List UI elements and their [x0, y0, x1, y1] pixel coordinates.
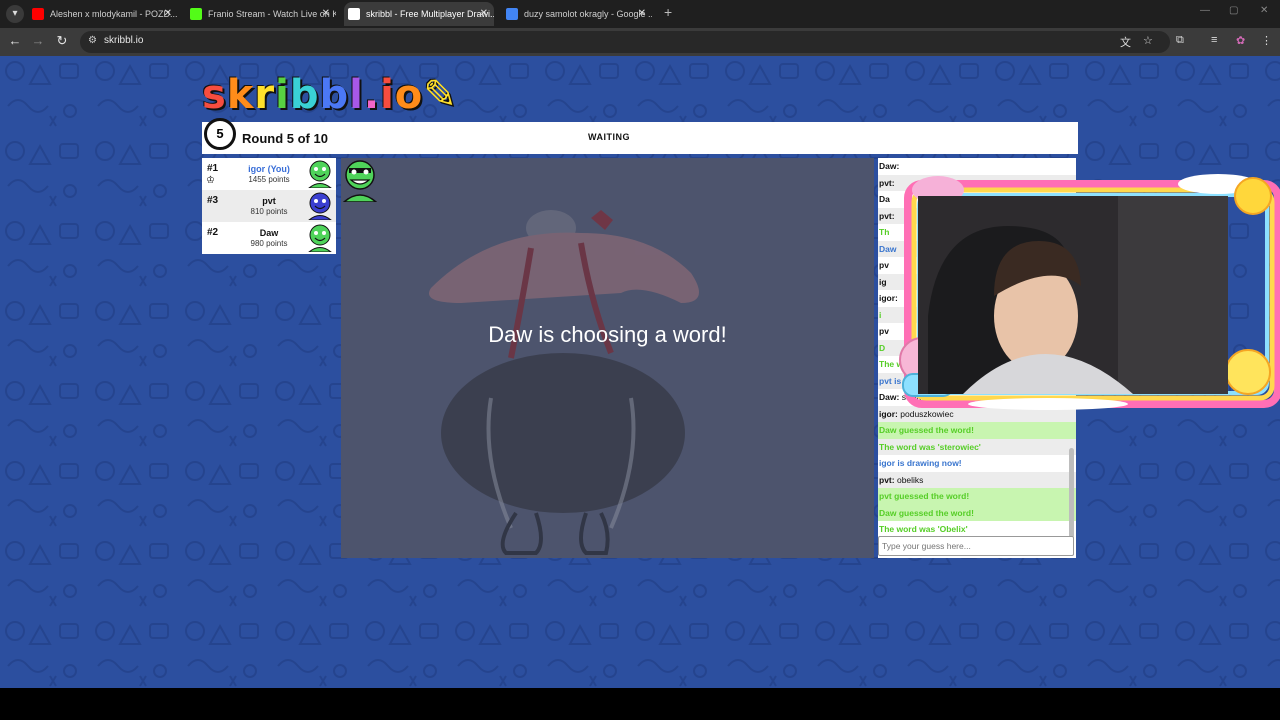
profile-icon[interactable]: ✿ — [1236, 34, 1245, 47]
player-row[interactable]: #2 Daw 980 points — [202, 222, 336, 254]
drawer-avatar-icon — [342, 160, 378, 202]
player-name: Daw — [259, 228, 279, 238]
player-avatar-icon — [308, 160, 332, 188]
player-name: igor (You) — [248, 164, 290, 174]
crown-icon: ♔ — [206, 175, 215, 186]
choosing-word-overlay: Daw is choosing a word! — [488, 322, 727, 347]
tab-search-button[interactable]: ▾ — [6, 5, 24, 23]
browser-toolbar: ← → ↻ ⚙ skribbl.io 文 ☆ ⧉ ≡ ✿ ⋮ — [0, 28, 1280, 56]
bookmark-star-icon[interactable]: ☆ — [1143, 34, 1153, 47]
tab-close-icon[interactable]: ✕ — [638, 2, 646, 26]
player-points: 980 points — [250, 239, 288, 248]
player-rank: #1 — [207, 163, 219, 174]
chat-message: Daw: — [878, 158, 1076, 175]
chat-message: igor is drawing now! — [878, 455, 1076, 472]
player-avatar-icon — [308, 224, 332, 252]
chat-system-text: pvt guessed the word! — [879, 491, 970, 501]
chat-system-text: Daw — [879, 243, 897, 254]
close-window-button[interactable]: ✕ — [1260, 5, 1268, 16]
chat-author: pv — [879, 326, 889, 336]
player-list: #1 ♔ igor (You) 1455 points #3 pvt 810 points #… — [202, 158, 336, 254]
translate-icon[interactable]: 文 — [1120, 34, 1131, 50]
webcam-video — [918, 196, 1228, 394]
player-avatar-icon — [308, 192, 332, 220]
skribbl-logo: skribbl.io✎ — [202, 72, 458, 118]
chat-message: pvt: obeliks — [878, 471, 1076, 488]
round-number: 5 — [216, 126, 224, 141]
tab-close-icon[interactable]: ✕ — [480, 2, 488, 26]
chat-system-text: Daw guessed the word! — [879, 425, 974, 435]
player-row[interactable]: #1 ♔ igor (You) 1455 points — [202, 158, 336, 190]
minimize-button[interactable]: — — [1200, 5, 1210, 16]
back-button[interactable]: ← — [6, 33, 24, 48]
tab-favicon-icon — [32, 8, 44, 20]
tab-close-icon[interactable]: ✕ — [164, 2, 172, 26]
forward-button[interactable]: → — [29, 33, 47, 48]
chat-system-text: The word was 'Obelix' — [879, 524, 968, 534]
player-rank: #2 — [207, 227, 219, 238]
chat-author: pvt: — [879, 474, 895, 485]
chat-author: pvt: — [879, 177, 895, 188]
chat-system-text: D — [879, 342, 886, 353]
chat-text: poduszkowiec — [900, 408, 954, 419]
chat-system-text: The word was 'sterowiec' — [879, 441, 981, 452]
chat-author: Daw: — [879, 392, 900, 402]
tab-favicon-icon — [506, 8, 518, 20]
reload-button[interactable]: ↻ — [53, 33, 71, 49]
browser-tab-strip: ▾ Aleshen x mlodykamil - POZD... ✕ Franio … — [0, 0, 1280, 28]
guess-input[interactable] — [878, 536, 1074, 556]
browser-tab[interactable]: Aleshen x mlodykamil - POZD... ✕ — [28, 2, 178, 26]
player-rank: #3 — [207, 195, 219, 206]
tab-title: duzy samolot okragly - Google ... — [524, 9, 652, 19]
bottom-letterbox — [0, 688, 1280, 720]
tab-favicon-icon — [348, 8, 360, 20]
tab-title: Aleshen x mlodykamil - POZD... — [50, 9, 178, 19]
tab-favicon-icon — [190, 8, 202, 20]
player-row[interactable]: #3 pvt 810 points — [202, 190, 336, 222]
round-clock-icon: 5 — [204, 118, 236, 150]
player-points: 1455 points — [248, 175, 290, 184]
chat-author: pv — [879, 260, 889, 270]
chat-author: igor: — [879, 408, 898, 419]
chat-message: Daw guessed the word! — [878, 422, 1076, 439]
media-controls-icon[interactable]: ≡ — [1211, 34, 1217, 46]
skribbl-page: skribbl.io✎ 5 Round 5 of 10 WAITING #1 ♔ i… — [0, 56, 1280, 688]
maximize-button[interactable]: ▢ — [1229, 5, 1238, 16]
chat-author: pvt: — [879, 210, 895, 221]
site-info-icon[interactable]: ⚙ — [88, 35, 97, 46]
chat-system-text: Daw guessed the word! — [879, 507, 974, 518]
chat-message: The word was 'sterowiec' — [878, 438, 1076, 455]
chat-author: igor: — [879, 293, 898, 303]
chat-message: Daw guessed the word! — [878, 504, 1076, 521]
drawing-canvas[interactable]: Daw is choosing a word! — [341, 158, 874, 558]
chat-author: Da — [879, 194, 890, 204]
streamer-silhouette — [918, 196, 1228, 394]
chat-message: pvt guessed the word! — [878, 488, 1076, 505]
player-points: 810 points — [250, 207, 288, 216]
browser-menu-icon[interactable]: ⋮ — [1261, 34, 1272, 47]
address-bar[interactable]: ⚙ skribbl.io — [80, 31, 1170, 53]
tab-title: skribbl - Free Multiplayer Drawi... — [366, 9, 494, 19]
round-indicator: Round 5 of 10 — [242, 131, 328, 146]
game-top-bar: 5 Round 5 of 10 WAITING — [202, 118, 1078, 154]
game-status: WAITING — [588, 132, 630, 142]
chat-text: obeliks — [896, 474, 924, 485]
browser-tab[interactable]: Franio Stream - Watch Live on K... ✕ — [186, 2, 336, 26]
tab-close-icon[interactable]: ✕ — [322, 2, 330, 26]
chat-author: ig — [879, 276, 887, 287]
chat-system-text: igor is drawing now! — [879, 458, 962, 468]
browser-tab[interactable]: skribbl - Free Multiplayer Drawi... ✕ — [344, 2, 494, 26]
player-name: pvt — [262, 196, 276, 206]
new-tab-button[interactable]: + — [664, 4, 672, 20]
url-text: skribbl.io — [104, 35, 144, 46]
chat-scrollbar[interactable] — [1069, 448, 1074, 538]
chat-system-text: Th — [879, 227, 890, 237]
chat-system-text: i — [879, 309, 882, 320]
browser-tab[interactable]: duzy samolot okragly - Google ... ✕ — [502, 2, 652, 26]
extensions-icon[interactable]: ⧉ — [1176, 34, 1184, 47]
tab-title: Franio Stream - Watch Live on K... — [208, 9, 336, 19]
chat-author: Daw: — [879, 161, 900, 171]
faded-drawing — [429, 210, 699, 555]
